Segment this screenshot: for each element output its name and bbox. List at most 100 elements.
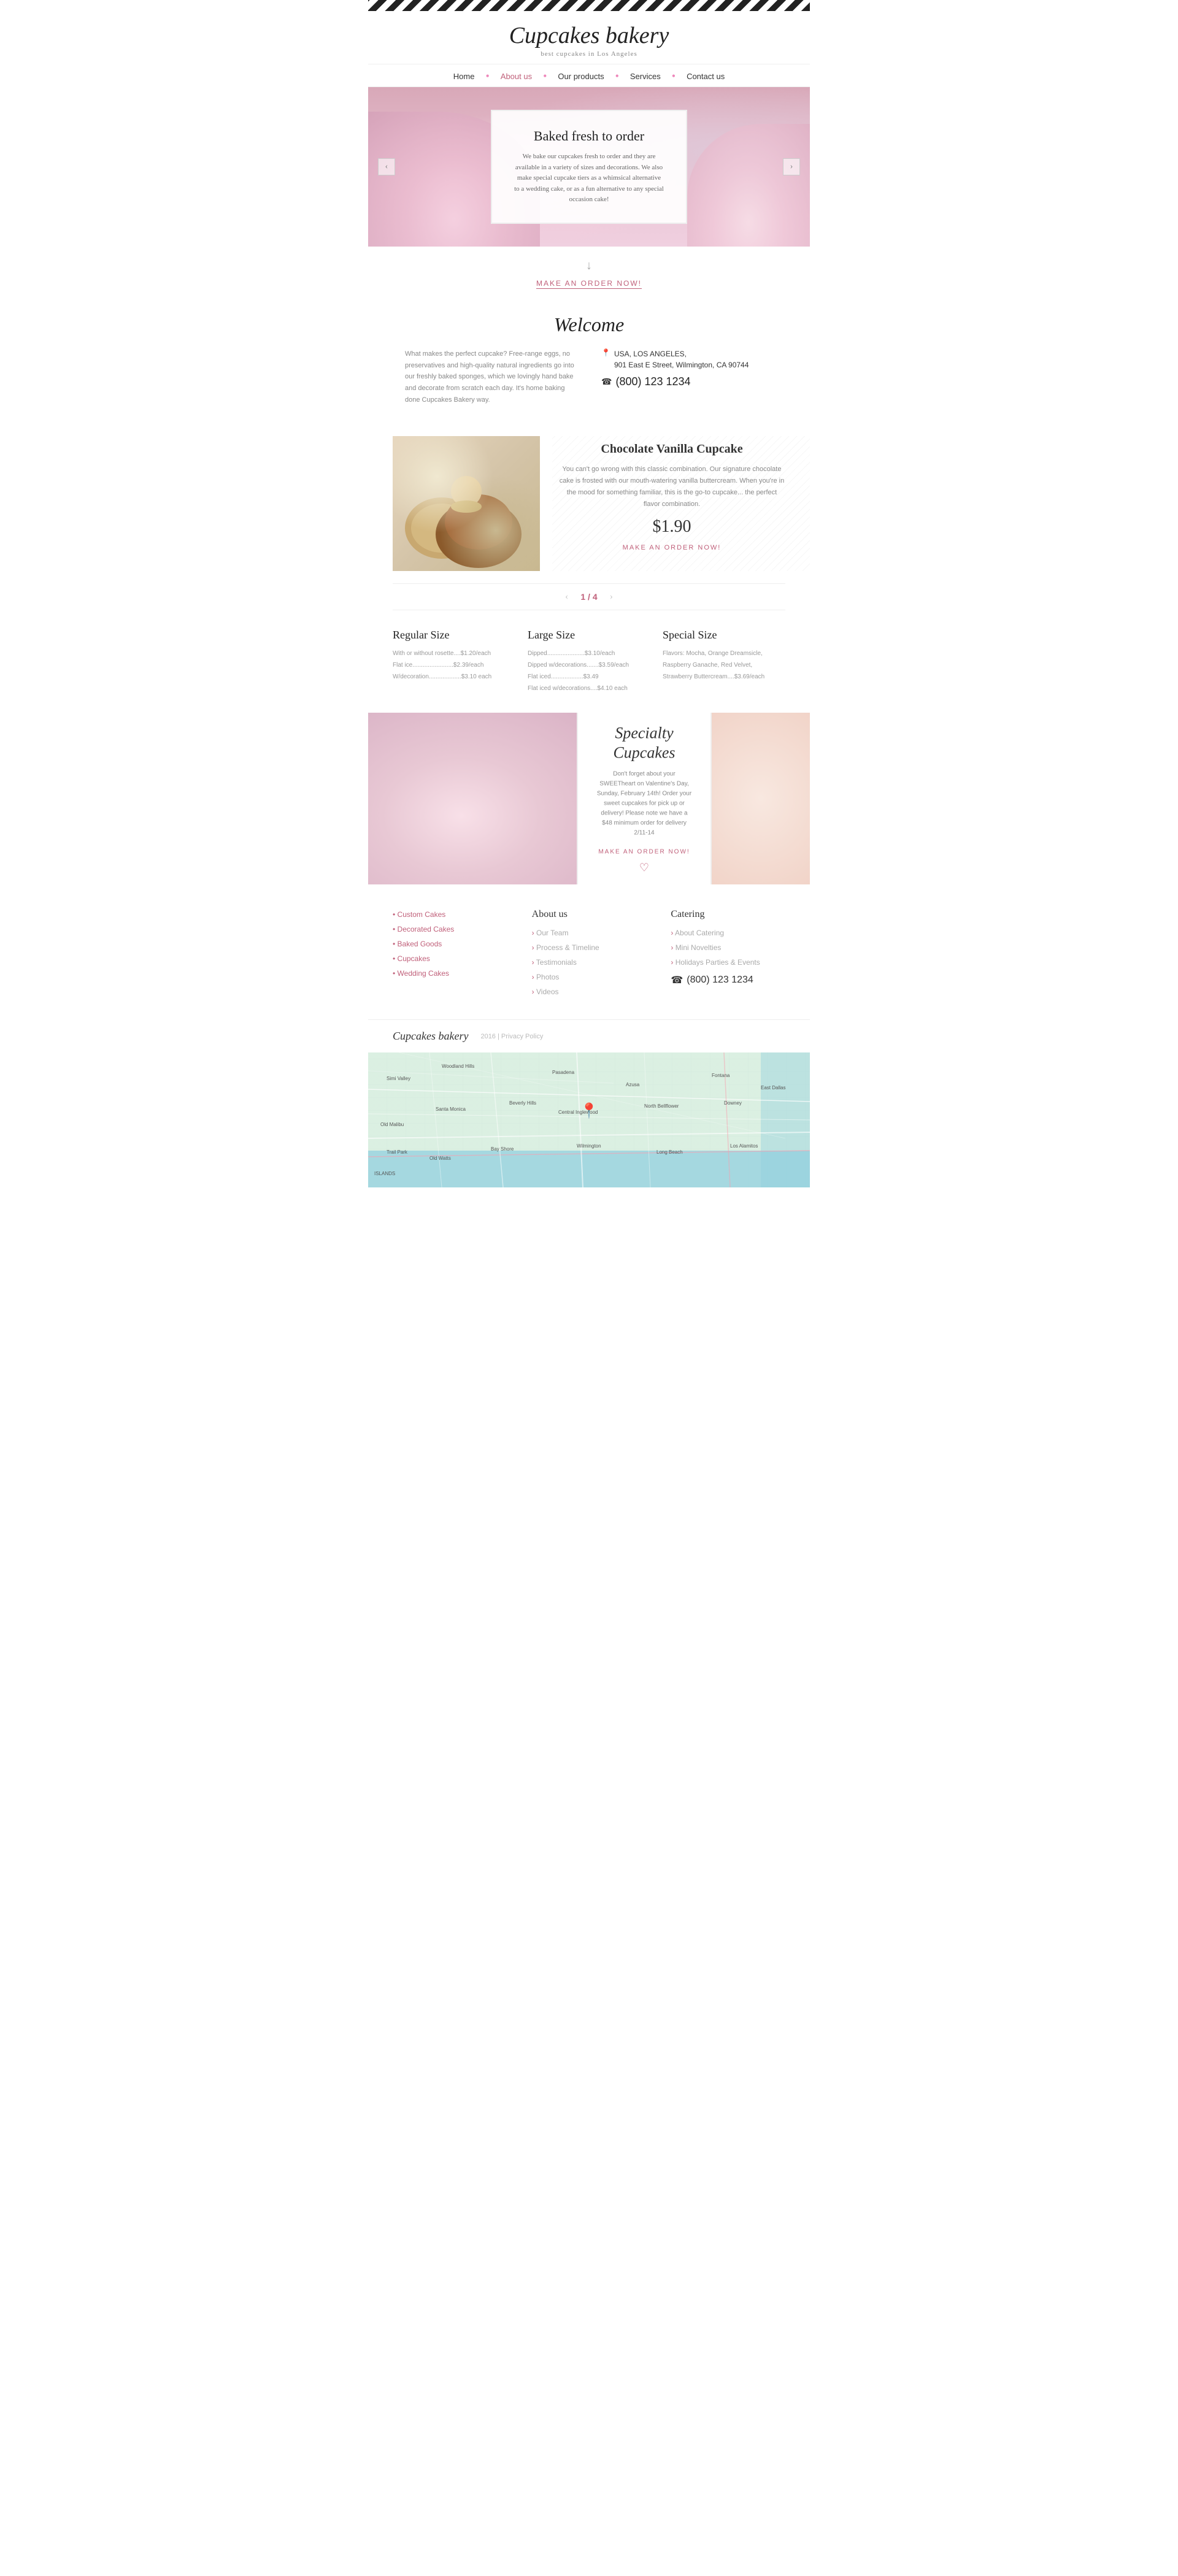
svg-text:Woodland Hills: Woodland Hills bbox=[442, 1064, 474, 1069]
footer-phone-number: (800) 123 1234 bbox=[687, 975, 753, 986]
footer-catering-title: Catering bbox=[671, 909, 785, 920]
footer-link-our-team[interactable]: Our Team bbox=[532, 927, 647, 938]
carousel-prev-button[interactable]: ‹ bbox=[565, 591, 568, 602]
footer-link-testimonials-a[interactable]: Testimonials bbox=[532, 958, 577, 967]
product-order-link[interactable]: MAKE AN ORDER NOW! bbox=[558, 544, 785, 551]
specialty-order-link[interactable]: MAKE AN ORDER NOW! bbox=[598, 848, 690, 855]
footer-link-decorated-cakes[interactable]: Decorated Cakes bbox=[393, 924, 507, 935]
footer-link-videos-a[interactable]: Videos bbox=[532, 987, 559, 996]
footer-products-list: Custom Cakes Decorated Cakes Baked Goods… bbox=[393, 909, 507, 979]
product-details: Chocolate Vanilla Cupcake You can't go w… bbox=[558, 436, 785, 571]
footer-link-baked-goods-a[interactable]: Baked Goods bbox=[393, 940, 442, 948]
carousel-counter: 1 / 4 bbox=[580, 592, 597, 602]
footer-link-process-a[interactable]: Process & Timeline bbox=[532, 943, 599, 952]
footer-col-about: About us Our Team Process & Timeline Tes… bbox=[532, 909, 647, 1001]
footer-link-wedding-cakes[interactable]: Wedding Cakes bbox=[393, 968, 507, 979]
svg-text:Old Malibu: Old Malibu bbox=[380, 1122, 404, 1127]
svg-text:East Dallas: East Dallas bbox=[761, 1085, 785, 1091]
phone-number: (800) 123 1234 bbox=[615, 375, 690, 388]
footer-link-videos[interactable]: Videos bbox=[532, 986, 647, 997]
sizes-section: Regular Size With or without rosette....… bbox=[368, 610, 810, 713]
footer-link-mini-novelties[interactable]: Mini Novelties bbox=[671, 942, 785, 953]
footer-link-our-team-a[interactable]: Our Team bbox=[532, 929, 569, 937]
size-regular-title: Regular Size bbox=[393, 629, 515, 642]
svg-text:Trail Park: Trail Park bbox=[387, 1149, 408, 1155]
address-line2: 901 East E Street, Wilmington, CA 90744 bbox=[614, 361, 749, 369]
nav-products[interactable]: Our products bbox=[547, 72, 615, 81]
footer-link-holidays[interactable]: Holidays Parties & Events bbox=[671, 957, 785, 968]
footer-link-custom-cakes-a[interactable]: Custom Cakes bbox=[393, 910, 445, 919]
footer-link-about-catering-a[interactable]: About Catering bbox=[671, 929, 724, 937]
tagline: best cupcakes in Los Angeles bbox=[368, 50, 810, 58]
hero-section: ‹ Baked fresh to order We bake our cupca… bbox=[368, 87, 810, 247]
top-stripe bbox=[368, 0, 810, 11]
size-large-title: Large Size bbox=[528, 629, 650, 642]
footer-col-products: Custom Cakes Decorated Cakes Baked Goods… bbox=[393, 909, 507, 1001]
footer-link-testimonials[interactable]: Testimonials bbox=[532, 957, 647, 968]
map-roads-svg: Simi Valley Woodland Hills Pasadena Azus… bbox=[368, 1052, 810, 1187]
size-large-items: Dipped......................$3.10/each D… bbox=[528, 648, 650, 694]
footer-link-wedding-cakes-a[interactable]: Wedding Cakes bbox=[393, 969, 449, 978]
welcome-title: Welcome bbox=[405, 313, 773, 336]
product-carousel: Chocolate Vanilla Cupcake You can't go w… bbox=[368, 424, 810, 583]
carousel-current: 1 bbox=[580, 592, 585, 602]
product-image-svg bbox=[393, 436, 540, 571]
product-price: $1.90 bbox=[558, 517, 785, 537]
footer-phone: ☎ (800) 123 1234 bbox=[671, 974, 785, 986]
footer-link-cupcakes[interactable]: Cupcakes bbox=[393, 953, 507, 964]
svg-text:North Bellflower: North Bellflower bbox=[644, 1103, 679, 1109]
welcome-text: What makes the perfect cupcake? Free-ran… bbox=[405, 348, 577, 405]
footer-link-baked-goods[interactable]: Baked Goods bbox=[393, 938, 507, 949]
svg-text:Santa Monica: Santa Monica bbox=[436, 1106, 466, 1112]
specialty-description: Don't forget about your SWEETheart on Va… bbox=[595, 769, 693, 838]
svg-text:Pasadena: Pasadena bbox=[552, 1070, 575, 1075]
footer-link-process[interactable]: Process & Timeline bbox=[532, 942, 647, 953]
footer-brand: Cupcakes bakery bbox=[393, 1030, 468, 1043]
address-line1: USA, LOS ANGELES, bbox=[614, 350, 687, 358]
footer-link-holidays-a[interactable]: Holidays Parties & Events bbox=[671, 958, 760, 967]
nav-contact[interactable]: Contact us bbox=[676, 72, 736, 81]
footer-link-custom-cakes[interactable]: Custom Cakes bbox=[393, 909, 507, 920]
footer-link-photos[interactable]: Photos bbox=[532, 972, 647, 983]
welcome-contact: 📍 USA, LOS ANGELES, 901 East E Street, W… bbox=[601, 348, 773, 388]
specialty-section: Specialty Cupcakes Don't forget about yo… bbox=[368, 713, 810, 884]
svg-text:Beverly Hills: Beverly Hills bbox=[509, 1100, 536, 1106]
hero-content-box: Baked fresh to order We bake our cupcake… bbox=[491, 110, 687, 224]
specialty-title: Specialty Cupcakes bbox=[595, 724, 693, 762]
product-image bbox=[393, 436, 540, 571]
size-regular: Regular Size With or without rosette....… bbox=[393, 629, 515, 694]
footer-col-catering: Catering About Catering Mini Novelties H… bbox=[671, 909, 785, 1001]
svg-text:Old Watts: Old Watts bbox=[429, 1156, 451, 1161]
hero-next-button[interactable]: › bbox=[783, 158, 800, 175]
footer-link-cupcakes-a[interactable]: Cupcakes bbox=[393, 954, 430, 963]
product-name: Chocolate Vanilla Cupcake bbox=[558, 442, 785, 456]
footer-link-decorated-cakes-a[interactable]: Decorated Cakes bbox=[393, 925, 454, 933]
phone-icon: ☎ bbox=[601, 377, 612, 387]
carousel-total: 4 bbox=[593, 592, 598, 602]
heart-icon: ♡ bbox=[595, 861, 693, 874]
footer-phone-icon: ☎ bbox=[671, 974, 683, 986]
location-icon: 📍 bbox=[601, 348, 610, 357]
hero-prev-button[interactable]: ‹ bbox=[378, 158, 395, 175]
footer-link-photos-a[interactable]: Photos bbox=[532, 973, 560, 981]
svg-text:Los Alamitos: Los Alamitos bbox=[730, 1143, 758, 1149]
nav-home[interactable]: Home bbox=[442, 72, 486, 81]
main-nav: Home • About us • Our products • Service… bbox=[368, 64, 810, 87]
welcome-content: What makes the perfect cupcake? Free-ran… bbox=[405, 348, 773, 405]
size-special-title: Special Size bbox=[663, 629, 785, 642]
welcome-address: 📍 USA, LOS ANGELES, 901 East E Street, W… bbox=[601, 348, 773, 370]
footer-link-mini-novelties-a[interactable]: Mini Novelties bbox=[671, 943, 721, 952]
nav-about[interactable]: About us bbox=[490, 72, 543, 81]
svg-text:Wilmington: Wilmington bbox=[577, 1143, 601, 1149]
footer-bottom: Cupcakes bakery 2016 | Privacy Policy bbox=[368, 1019, 810, 1052]
carousel-nav: ‹ 1 / 4 › bbox=[393, 583, 785, 610]
svg-text:Fontana: Fontana bbox=[712, 1073, 730, 1078]
cta-order-link[interactable]: MAKE AN ORDER NOW! bbox=[536, 279, 642, 289]
footer-link-about-catering[interactable]: About Catering bbox=[671, 927, 785, 938]
cta-section: ↓ MAKE AN ORDER NOW! bbox=[368, 247, 810, 295]
specialty-bg-left bbox=[368, 713, 601, 884]
nav-services[interactable]: Services bbox=[619, 72, 672, 81]
carousel-next-button[interactable]: › bbox=[610, 591, 613, 602]
address-text: USA, LOS ANGELES, 901 East E Street, Wil… bbox=[614, 348, 749, 370]
specialty-box: Specialty Cupcakes Don't forget about yo… bbox=[577, 713, 712, 884]
